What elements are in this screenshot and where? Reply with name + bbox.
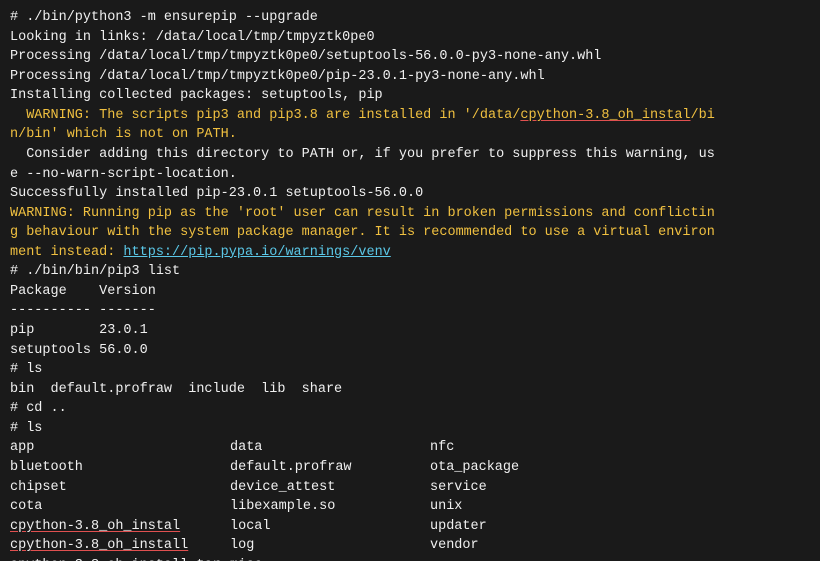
line-2: Looking in links: /data/local/tmp/tmpyzt… <box>10 28 810 48</box>
line-15: Package Version <box>10 282 810 302</box>
line-10: Successfully installed pip-23.0.1 setupt… <box>10 184 810 204</box>
ls-log: log <box>230 536 430 556</box>
path-underline: cpython-3.8_oh_instal <box>520 108 690 123</box>
ls-nfc: nfc <box>430 438 630 458</box>
ls-cpython1: cpython-3.8_oh_instal <box>10 517 230 537</box>
ls-unix: unix <box>430 497 630 517</box>
ls-output: app bluetooth chipset cota cpython-3.8_o… <box>10 438 810 561</box>
line-14: # ./bin/bin/pip3 list <box>10 262 810 282</box>
line-16: ---------- ------- <box>10 301 810 321</box>
ls-updater: updater <box>430 517 630 537</box>
warning-pip-1: WARNING: Running pip as the 'root' user … <box>10 206 715 221</box>
line-17: pip 23.0.1 <box>10 321 810 341</box>
line-19: # ls <box>10 360 810 380</box>
ls-chipset: chipset <box>10 478 230 498</box>
terminal: # ./bin/python3 -m ensurepip --upgrade L… <box>0 0 820 561</box>
ls-device-attest: device_attest <box>230 478 430 498</box>
cpython2-underline: cpython-3.8_oh_install <box>10 538 188 553</box>
line-8: Consider adding this directory to PATH o… <box>10 145 810 165</box>
line-9: e --no-warn-script-location. <box>10 165 810 185</box>
ls-cpython3: cpython-3.8_oh_install.tar <box>10 556 230 561</box>
ls-service: service <box>430 478 630 498</box>
line-12: g behaviour with the system package mana… <box>10 223 810 243</box>
cpython1-underline: cpython-3.8_oh_instal <box>10 519 180 534</box>
ls-ota-package: ota_package <box>430 458 630 478</box>
line-13: ment instead: https://pip.pypa.io/warnin… <box>10 243 810 263</box>
ls-cota: cota <box>10 497 230 517</box>
ls-local: local <box>230 517 430 537</box>
warning-pip-2: g behaviour with the system package mana… <box>10 225 715 240</box>
ls-misc: misc <box>230 556 430 561</box>
ls-libexample: libexample.so <box>230 497 430 517</box>
line-7: n/bin' which is not on PATH. <box>10 125 810 145</box>
line-4: Processing /data/local/tmp/tmpyztk0pe0/p… <box>10 67 810 87</box>
ls-bluetooth: bluetooth <box>10 458 230 478</box>
ls-cpython2: cpython-3.8_oh_install <box>10 536 230 556</box>
line-3: Processing /data/local/tmp/tmpyztk0pe0/s… <box>10 47 810 67</box>
line-11: WARNING: Running pip as the 'root' user … <box>10 204 810 224</box>
ls-vendor: vendor <box>430 536 630 556</box>
col3: nfc ota_package service unix updater ven… <box>430 438 630 561</box>
warning-pip-3: ment instead: https://pip.pypa.io/warnin… <box>10 245 391 260</box>
col1: app bluetooth chipset cota cpython-3.8_o… <box>10 438 230 561</box>
line-6: WARNING: The scripts pip3 and pip3.8 are… <box>10 106 810 126</box>
ls-app: app <box>10 438 230 458</box>
line-22: # ls <box>10 419 810 439</box>
col2: data default.profraw device_attest libex… <box>230 438 430 561</box>
warning-label: WARNING: The scripts pip3 and pip3.8 are… <box>26 108 715 123</box>
line-20: bin default.profraw include lib share <box>10 380 810 400</box>
line-18: setuptools 56.0.0 <box>10 341 810 361</box>
pip-url: https://pip.pypa.io/warnings/venv <box>123 245 390 260</box>
ls-default-profraw: default.profraw <box>230 458 430 478</box>
line-5: Installing collected packages: setuptool… <box>10 86 810 106</box>
line-1: # ./bin/python3 -m ensurepip --upgrade <box>10 8 810 28</box>
warning-label-2: n/bin' which is not on PATH. <box>10 127 237 142</box>
line-21: # cd .. <box>10 399 810 419</box>
ls-data: data <box>230 438 430 458</box>
